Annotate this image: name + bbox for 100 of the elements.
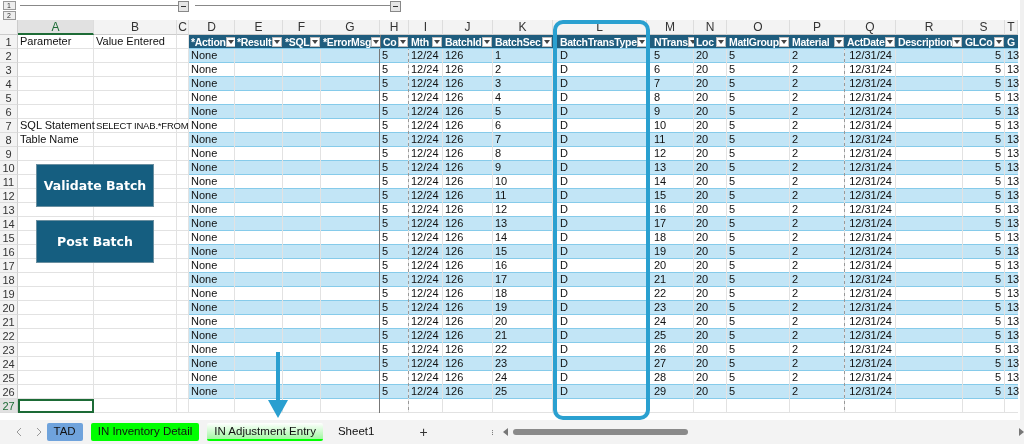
row-number[interactable]: 2 [0, 49, 18, 63]
table-cell-text: 2 [791, 49, 800, 63]
filter-dropdown-button[interactable] [542, 36, 552, 47]
row-number[interactable]: 26 [0, 385, 18, 399]
table-cell-text: 27 [653, 357, 668, 371]
header-label: Co [383, 35, 397, 48]
scroll-right-icon[interactable] [1019, 428, 1024, 436]
add-sheet-button[interactable]: + [419, 424, 428, 440]
chevron-left-icon[interactable] [16, 427, 22, 437]
column-letter[interactable]: G [321, 20, 380, 35]
filter-dropdown-button[interactable] [885, 36, 895, 47]
filter-dropdown-button[interactable] [310, 36, 320, 47]
table-cell-text: 12/31/24 [848, 133, 893, 147]
row-number[interactable]: 20 [0, 301, 18, 315]
filter-dropdown-button[interactable] [834, 36, 844, 47]
column-letter[interactable]: K [493, 20, 553, 35]
filter-dropdown-button[interactable] [994, 36, 1004, 47]
sheet-tab[interactable]: Sheet1 [330, 423, 382, 441]
table-cell-text: 5 [728, 315, 737, 329]
row-number[interactable]: 10 [0, 161, 18, 175]
collapse-icon[interactable] [390, 1, 401, 12]
row-number[interactable]: 3 [0, 63, 18, 77]
column-letter[interactable]: H [380, 20, 409, 35]
selected-cell[interactable] [18, 399, 94, 413]
table-cell-text: 13 [1006, 231, 1018, 245]
table-cell-text: 12/24 [410, 77, 440, 91]
sheet-tab[interactable]: IN Inventory Detail [90, 423, 200, 441]
table-cell-text: 7 [494, 133, 503, 147]
sheet-tab[interactable]: IN Adjustment Entry [207, 423, 323, 441]
row-number[interactable]: 8 [0, 133, 18, 147]
filter-dropdown-button[interactable] [779, 36, 789, 47]
scroll-left-icon[interactable] [503, 428, 508, 436]
table-cell-text: None [190, 343, 219, 357]
row-number[interactable]: 6 [0, 105, 18, 119]
row-number[interactable]: 11 [0, 175, 18, 189]
table-cell-text: 20 [695, 301, 710, 315]
row-number[interactable]: 25 [0, 371, 18, 385]
table-cell-text: 13 [494, 217, 509, 231]
filter-dropdown-button[interactable] [398, 36, 408, 47]
table-cell-text: 21 [494, 329, 509, 343]
row-number[interactable]: 7 [0, 119, 18, 133]
filter-dropdown-button[interactable] [272, 36, 282, 47]
column-letter[interactable]: F [283, 20, 321, 35]
row-number[interactable]: 27 [0, 399, 18, 413]
column-letter[interactable]: I [409, 20, 443, 35]
filter-dropdown-button[interactable] [432, 36, 442, 47]
table-cell-text: 12/31/24 [848, 343, 893, 357]
row-number[interactable]: 15 [0, 231, 18, 245]
column-letter[interactable]: D [189, 20, 235, 35]
collapse-icon[interactable] [178, 1, 189, 12]
row-number[interactable]: 5 [0, 91, 18, 105]
row-number[interactable]: 22 [0, 329, 18, 343]
row-number[interactable]: 23 [0, 343, 18, 357]
column-letter[interactable]: O [727, 20, 790, 35]
row-number[interactable]: 1 [0, 35, 18, 49]
column-letter[interactable]: B [94, 20, 177, 35]
table-cell-text: D [559, 203, 569, 217]
filter-dropdown-button[interactable] [952, 36, 963, 47]
column-letter[interactable]: S [963, 20, 1005, 35]
table-cell-text: 2 [791, 259, 800, 273]
table-cell-text: 3 [494, 77, 503, 91]
table-cell-text: 20 [695, 259, 710, 273]
row-number[interactable]: 9 [0, 147, 18, 161]
column-letter[interactable]: T [1005, 20, 1018, 35]
row-number[interactable]: 19 [0, 287, 18, 301]
table-cell-text: 5 [494, 105, 503, 119]
row-number[interactable]: 18 [0, 273, 18, 287]
column-letter[interactable]: E [235, 20, 283, 35]
sheet-tab[interactable]: TAD [46, 423, 83, 441]
table-cell-text: 17 [653, 217, 668, 231]
column-letter[interactable]: N [694, 20, 727, 35]
table-cell-text: 126 [444, 245, 465, 259]
filter-dropdown-button[interactable] [716, 36, 726, 47]
row-number[interactable]: 13 [0, 203, 18, 217]
table-cell-text: None [190, 245, 219, 259]
row-number[interactable]: 16 [0, 245, 18, 259]
table-cell-text: 13 [1006, 329, 1018, 343]
table-cell-text: 5 [728, 105, 737, 119]
column-letter[interactable]: A [18, 20, 94, 35]
row-number[interactable]: 17 [0, 259, 18, 273]
row-number[interactable]: 14 [0, 217, 18, 231]
filter-dropdown-button[interactable] [482, 36, 492, 47]
column-letter[interactable]: Q [845, 20, 896, 35]
row-number[interactable]: 4 [0, 77, 18, 91]
post-batch-button[interactable]: Post Batch [36, 220, 154, 263]
column-letter[interactable]: R [896, 20, 963, 35]
filter-dropdown-button[interactable] [636, 36, 647, 47]
table-cell-text: 12/24 [410, 301, 440, 315]
validate-batch-button[interactable]: Validate Batch [36, 164, 154, 207]
row-number[interactable]: 21 [0, 315, 18, 329]
chevron-right-icon[interactable] [36, 427, 42, 437]
column-letter[interactable]: C [177, 20, 189, 35]
column-letter[interactable]: P [790, 20, 845, 35]
column-letter[interactable]: M [647, 20, 694, 35]
column-letter[interactable]: J [443, 20, 493, 35]
table-cell-text: 5 [728, 63, 737, 77]
table-cell-text: None [190, 147, 219, 161]
row-number[interactable]: 12 [0, 189, 18, 203]
table-cell-text: None [190, 105, 219, 119]
row-number[interactable]: 24 [0, 357, 18, 371]
